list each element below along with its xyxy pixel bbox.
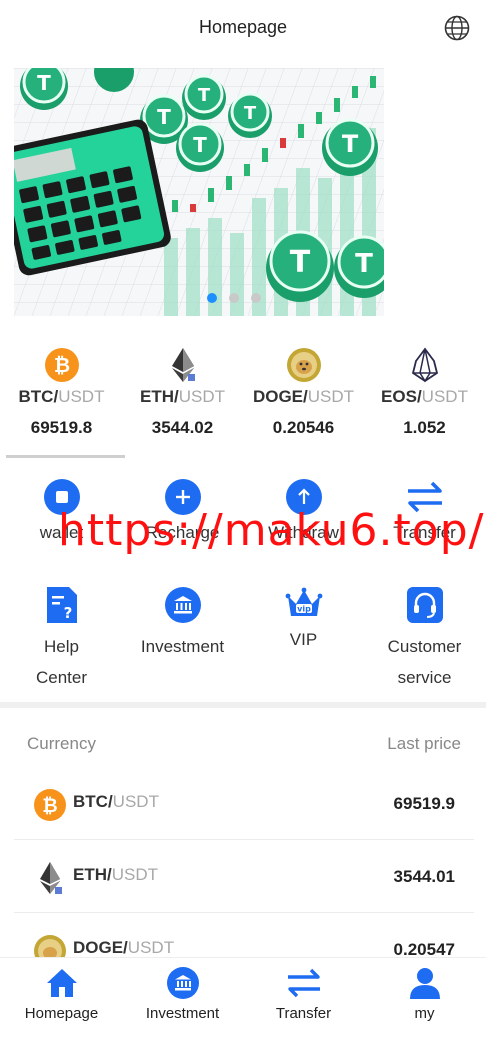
ticker-btc[interactable]: ₿ BTC/USDT 69519.8	[1, 342, 122, 442]
btc-icon: ₿	[34, 789, 66, 821]
ticker-eos[interactable]: EOS/USDT 1.052	[364, 342, 485, 442]
ticker-quote: USDT	[178, 387, 225, 406]
globe-icon[interactable]	[444, 15, 470, 41]
ticker-quote: USDT	[421, 387, 468, 406]
row-base: DOGE/	[73, 938, 128, 957]
svg-text:T: T	[355, 249, 373, 279]
menu-help-center[interactable]: ? Help Center	[1, 586, 122, 687]
menu-label: VIP	[289, 630, 318, 649]
svg-text:₿: ₿	[54, 353, 70, 377]
market-list-header: Currency Last price	[27, 734, 461, 758]
tab-label: Investment	[145, 1005, 220, 1022]
eth-icon	[40, 862, 62, 894]
tab-my[interactable]: my	[364, 958, 485, 1047]
tab-label: Homepage	[24, 1005, 99, 1022]
tab-transfer[interactable]: Transfer	[243, 958, 364, 1047]
user-icon	[410, 968, 440, 999]
tab-investment[interactable]: Investment	[122, 958, 243, 1047]
ticker-price: 0.20546	[272, 418, 335, 437]
svg-text:T: T	[290, 245, 311, 280]
column-last-price: Last price	[387, 734, 461, 753]
row-price: 69519.9	[393, 794, 455, 813]
bank-icon	[167, 967, 199, 999]
menu-label: Investment	[140, 637, 225, 656]
row-price: 3544.01	[393, 867, 455, 886]
ticker-base: ETH/	[139, 387, 179, 406]
menu-label: Center	[35, 668, 88, 687]
tab-homepage[interactable]: Homepage	[1, 958, 122, 1047]
menu-label: service	[397, 668, 452, 687]
watermark-text: https://maku6.top/	[58, 505, 485, 556]
tab-label: my	[414, 1005, 435, 1022]
menu-label: Help	[44, 637, 79, 656]
headset-icon	[407, 587, 443, 623]
svg-text:T: T	[193, 133, 207, 157]
ticker-active-indicator	[6, 455, 125, 458]
svg-text:vip: vip	[297, 605, 311, 614]
page-title: Homepage	[198, 17, 288, 37]
row-quote: USDT	[127, 938, 175, 957]
row-quote: USDT	[111, 865, 159, 884]
ticker-base: DOGE/	[252, 387, 308, 406]
home-icon	[47, 969, 77, 997]
help-document-icon: ?	[47, 587, 77, 623]
ticker-eth[interactable]: ETH/USDT 3544.02	[122, 342, 243, 442]
tab-label: Transfer	[275, 1005, 332, 1022]
ticker-price: 3544.02	[151, 418, 214, 437]
svg-text:?: ?	[64, 604, 73, 622]
top-bar: Homepage	[0, 0, 486, 56]
ticker-doge[interactable]: DOGE/USDT 0.20546	[243, 342, 364, 442]
ticker-quote: USDT	[307, 387, 355, 406]
promo-banner[interactable]: T T T T T T T T	[14, 68, 384, 316]
ticker-base: EOS/	[381, 387, 422, 406]
eos-icon	[411, 347, 439, 383]
menu-customer-service[interactable]: Customer service	[364, 586, 485, 687]
svg-text:T: T	[157, 105, 171, 129]
row-base: BTC/	[73, 792, 113, 811]
menu-investment[interactable]: Investment	[122, 586, 243, 666]
svg-text:₿: ₿	[42, 795, 57, 817]
banner-dot[interactable]	[229, 293, 239, 303]
ticker-price: 69519.8	[30, 418, 93, 437]
ticker-strip: ₿ BTC/USDT 69519.8 ETH/USDT 3544.02 DOGE…	[0, 342, 486, 462]
menu-label: Customer	[387, 637, 462, 656]
svg-text:T: T	[244, 103, 257, 124]
market-row-btc[interactable]: ₿ BTC/USDT 69519.9	[14, 768, 474, 840]
banner-dot[interactable]	[251, 293, 261, 303]
bank-icon	[165, 587, 201, 623]
doge-icon	[287, 348, 321, 382]
market-row-eth[interactable]: ETH/USDT 3544.01	[14, 841, 474, 913]
ticker-price: 1.052	[403, 418, 446, 437]
section-divider	[0, 702, 486, 708]
banner-dot[interactable]	[207, 293, 217, 303]
svg-text:T: T	[342, 130, 359, 158]
menu-vip[interactable]: vip VIP	[243, 586, 364, 666]
banner-image: T T T T T T T T	[14, 68, 384, 316]
svg-text:T: T	[198, 85, 211, 106]
transfer-arrows-icon	[288, 968, 320, 998]
banner-pagination[interactable]	[207, 293, 261, 303]
ticker-base: BTC/	[18, 387, 59, 406]
ticker-quote: USDT	[58, 387, 105, 406]
vip-crown-icon: vip	[285, 587, 323, 616]
column-currency: Currency	[27, 734, 96, 753]
btc-icon: ₿	[45, 348, 79, 382]
row-base: ETH/	[73, 865, 112, 884]
row-quote: USDT	[112, 792, 159, 811]
eth-icon	[172, 348, 195, 382]
svg-text:T: T	[37, 71, 51, 95]
bottom-tab-bar: Homepage Investment Transfer my	[0, 957, 486, 1047]
